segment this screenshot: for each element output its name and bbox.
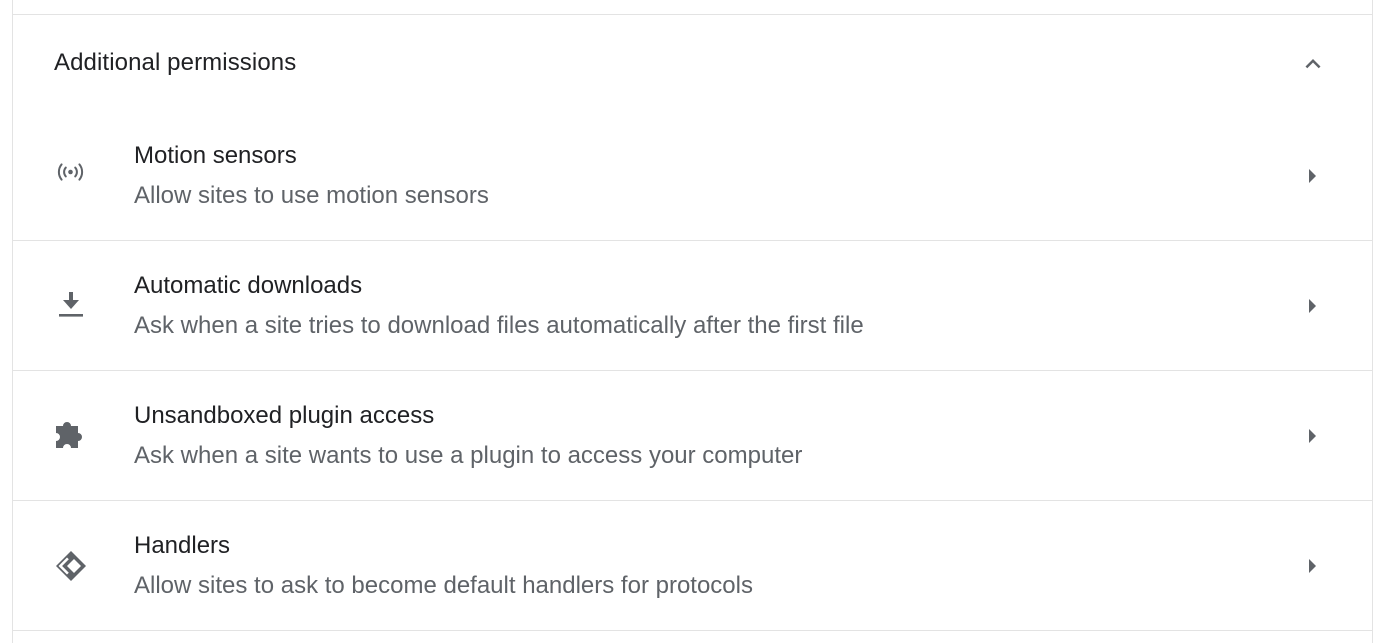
bottom-divider	[13, 630, 1372, 631]
download-icon	[59, 292, 83, 317]
arrow-right-icon	[1309, 559, 1316, 573]
row-automatic-downloads[interactable]: Automatic downloads Ask when a site trie…	[13, 241, 1372, 371]
row-handlers[interactable]: Handlers Allow sites to ask to become de…	[13, 501, 1372, 631]
puzzle-icon	[56, 422, 82, 448]
row-unsandboxed-plugin-access[interactable]: Unsandboxed plugin access Ask when a sit…	[13, 371, 1372, 501]
handlers-icon	[56, 551, 86, 581]
arrow-right-icon	[1309, 429, 1316, 443]
settings-card: Additional permissions Motion sensors Al…	[12, 0, 1373, 643]
sensors-icon	[57, 163, 84, 181]
additional-permissions-header[interactable]: Additional permissions	[13, 15, 1372, 111]
section-title: Additional permissions	[54, 49, 297, 76]
chevron-up-icon[interactable]	[1298, 49, 1328, 79]
arrow-right-icon	[1309, 299, 1316, 313]
row-motion-sensors[interactable]: Motion sensors Allow sites to use motion…	[13, 111, 1372, 241]
row-description: Ask when a site tries to download files …	[134, 312, 864, 339]
row-description: Ask when a site wants to use a plugin to…	[134, 442, 803, 469]
row-title: Unsandboxed plugin access	[134, 402, 435, 429]
row-title: Automatic downloads	[134, 272, 363, 299]
arrow-right-icon	[1309, 169, 1316, 183]
row-title: Handlers	[134, 532, 231, 559]
row-title: Motion sensors	[134, 142, 297, 169]
row-description: Allow sites to ask to become default han…	[134, 572, 753, 599]
row-description: Allow sites to use motion sensors	[134, 182, 489, 209]
